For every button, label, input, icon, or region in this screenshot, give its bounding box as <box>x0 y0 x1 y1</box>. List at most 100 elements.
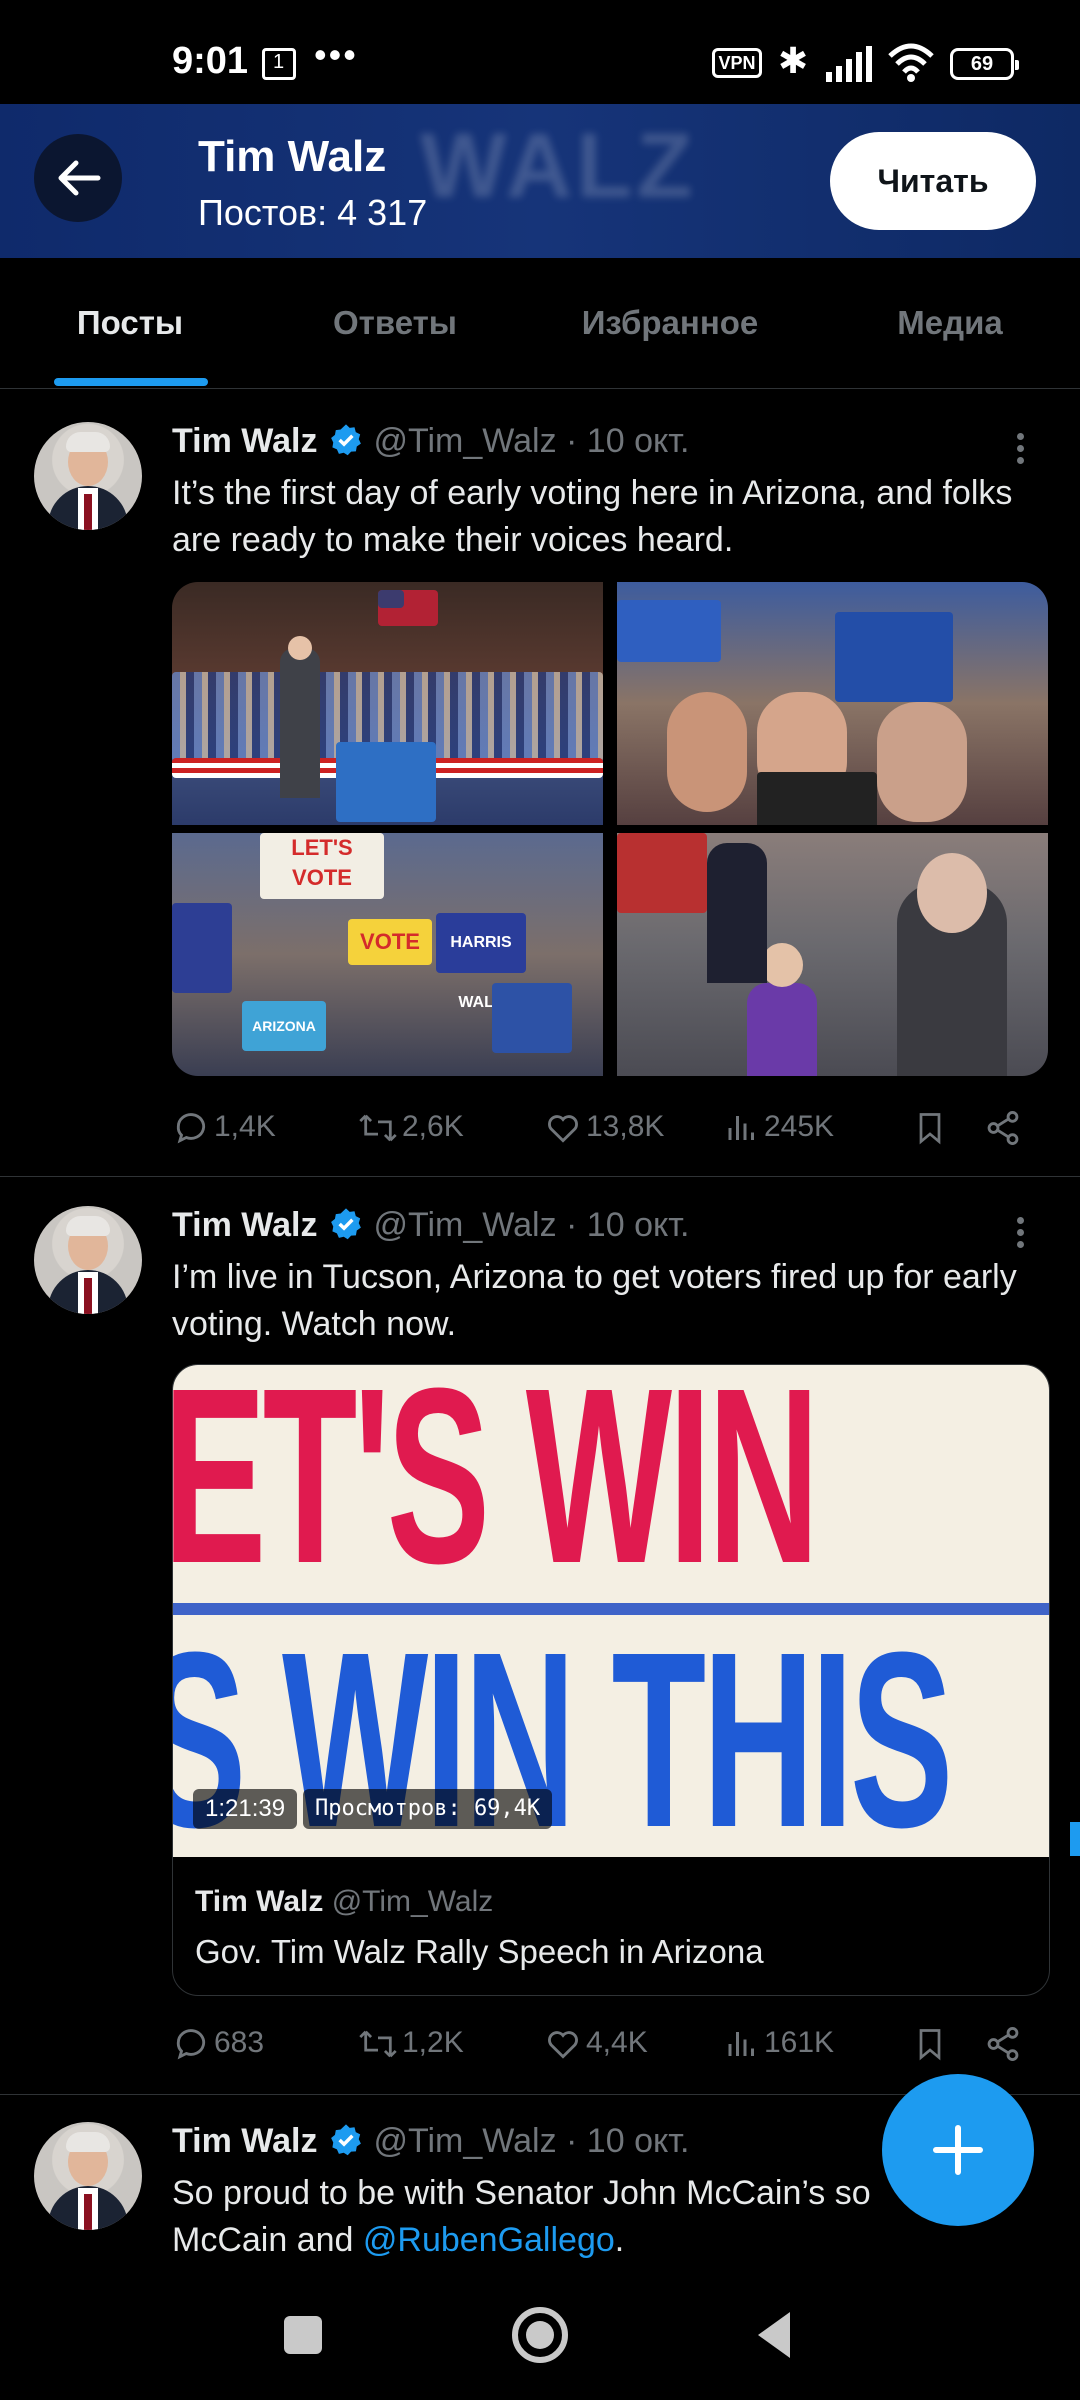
verified-badge-icon <box>331 2124 362 2156</box>
tab-replies[interactable]: Ответы <box>290 258 500 388</box>
bookmark-button[interactable] <box>912 1102 952 1152</box>
scroll-indicator[interactable] <box>1070 1822 1080 1856</box>
back-button[interactable] <box>34 134 122 222</box>
reply-button[interactable]: 1,4K <box>172 1102 276 1152</box>
sign-arizona: ARIZONA <box>242 1001 326 1051</box>
repost-button[interactable]: 2,6K <box>358 1102 464 1152</box>
author-name[interactable]: Tim Walz <box>172 2122 317 2160</box>
tab-media[interactable]: Медиа <box>850 258 1050 388</box>
like-count: 13,8K <box>586 1110 665 1143</box>
follow-button[interactable]: Читать <box>830 132 1036 230</box>
verified-badge-icon <box>331 1208 362 1240</box>
heart-icon <box>548 2031 578 2059</box>
media-grid[interactable]: LET'S VOTE VOTE HARRIS WALZ ARIZONA <box>172 582 1048 1076</box>
status-bar: 9:01 ••• VPN ✱ 69 <box>0 0 1080 104</box>
reply-button[interactable]: 683 <box>172 2018 264 2068</box>
bookmark-icon <box>919 2029 941 2061</box>
author-handle[interactable]: @Tim_Walz <box>373 422 556 460</box>
views-button[interactable]: 161K <box>724 2018 834 2068</box>
post-header: Tim Walz @Tim_Walz · 10 окт. <box>172 422 689 466</box>
author-name[interactable]: Tim Walz <box>172 422 317 460</box>
share-button[interactable] <box>984 1102 1026 1152</box>
banner-text: WALZ <box>420 115 697 217</box>
reply-icon <box>176 1113 206 1144</box>
tab-posts[interactable]: Посты <box>30 258 230 388</box>
post[interactable]: Tim Walz @Tim_Walz · 10 окт. I’m live in … <box>0 1176 1080 2095</box>
post-actions: 683 1,2K 4,4K 161K <box>172 2018 1032 2068</box>
mention-link[interactable]: @RubenGallego <box>363 2221 615 2259</box>
like-count: 4,4K <box>586 2026 648 2059</box>
share-icon <box>987 1111 1019 1146</box>
video-player[interactable]: ET'S WIN S WIN THIS 1:21:39 Просмотров: … <box>173 1365 1049 1857</box>
share-button[interactable] <box>984 2018 1026 2068</box>
media-photo[interactable]: LET'S VOTE VOTE HARRIS WALZ ARIZONA <box>172 833 603 1076</box>
author-name[interactable]: Tim Walz <box>172 1206 317 1244</box>
profile-tabs: Посты Ответы Избранное Медиа <box>0 258 1080 389</box>
sign-lets-vote: LET'S VOTE <box>260 833 384 899</box>
card-title[interactable]: Gov. Tim Walz Rally Speech in Arizona <box>195 1933 764 1971</box>
avatar[interactable] <box>34 1206 142 1314</box>
post-date: · 10 окт. <box>566 422 690 460</box>
video-duration: 1:21:39 <box>193 1789 298 1829</box>
more-notifications-icon: ••• <box>314 34 358 75</box>
like-button[interactable]: 4,4K <box>544 2018 648 2068</box>
views-button[interactable]: 245K <box>724 1102 834 1152</box>
back-nav-icon[interactable] <box>750 2300 800 2370</box>
profile-header: WALZ Tim Walz Постов: 4 317 Читать <box>0 104 1080 258</box>
profile-name: Tim Walz <box>198 132 387 181</box>
post-actions: 1,4K 2,6K 13,8K 245K <box>172 1102 1032 1152</box>
reply-icon <box>176 2029 206 2060</box>
post-text-line2: McCain and @RubenGallego. <box>172 2221 625 2259</box>
heart-icon <box>548 1115 578 1143</box>
status-time: 9:01 <box>172 40 249 82</box>
bookmark-button[interactable] <box>912 2018 952 2068</box>
plus-icon <box>933 2125 983 2175</box>
tab-likes[interactable]: Избранное <box>560 258 780 388</box>
post-date: · 10 окт. <box>566 2122 690 2160</box>
media-photo[interactable] <box>617 582 1048 825</box>
video-frame-line1: ET'S WIN <box>173 1365 820 1615</box>
post-count: Постов: 4 317 <box>198 192 428 233</box>
post-date: · 10 окт. <box>566 1206 690 1244</box>
signal-icon <box>826 46 872 82</box>
recent-apps-icon[interactable] <box>280 2300 330 2370</box>
repost-button[interactable]: 1,2K <box>358 2018 464 2068</box>
avatar[interactable] <box>34 2122 142 2230</box>
post[interactable]: Tim Walz @Tim_Walz · 10 окт. It’s the fir… <box>0 390 1080 1177</box>
video-views: Просмотров: 69,4K <box>303 1789 553 1829</box>
author-handle[interactable]: @Tim_Walz <box>373 1206 556 1244</box>
media-photo[interactable] <box>172 582 603 825</box>
card-author: Tim Walz @Tim_Walz <box>195 1885 493 1919</box>
arrow-left-icon <box>58 160 101 196</box>
more-options-icon[interactable] <box>1010 1212 1030 1256</box>
sign-harris-walz: HARRIS WALZ <box>436 913 526 1011</box>
repost-count: 2,6K <box>402 1110 464 1143</box>
verified-badge-icon <box>331 424 362 456</box>
repost-count: 1,2K <box>402 2026 464 2059</box>
post-header: Tim Walz @Tim_Walz · 10 окт. <box>172 2122 689 2166</box>
media-photo[interactable] <box>617 833 1048 1076</box>
views-count: 161K <box>764 2026 835 2059</box>
avatar[interactable] <box>34 422 142 530</box>
post-text: I’m live in Tucson, Arizona to get voter… <box>172 1258 1017 1343</box>
reply-count: 1,4K <box>214 1110 276 1143</box>
card-author-name: Tim Walz <box>195 1885 324 1918</box>
author-handle[interactable]: @Tim_Walz <box>373 2122 556 2160</box>
system-nav-bar <box>0 2270 1080 2400</box>
bluetooth-icon: ✱ <box>778 40 809 81</box>
tab-indicator <box>54 378 208 386</box>
video-card[interactable]: ET'S WIN S WIN THIS 1:21:39 Просмотров: … <box>172 1364 1050 1996</box>
views-chart-icon <box>728 1116 754 1141</box>
repost-icon <box>359 2030 397 2058</box>
like-button[interactable]: 13,8K <box>544 1102 664 1152</box>
wifi-icon <box>888 43 934 82</box>
compose-post-button[interactable] <box>882 2074 1034 2226</box>
sign-vote: VOTE <box>348 919 432 965</box>
home-icon[interactable] <box>508 2300 572 2370</box>
post-header: Tim Walz @Tim_Walz · 10 окт. <box>172 1206 689 1250</box>
reply-count: 683 <box>214 2026 265 2059</box>
more-options-icon[interactable] <box>1010 428 1030 472</box>
repost-icon <box>359 1114 397 1142</box>
share-icon <box>987 2027 1019 2062</box>
card-author-handle: @Tim_Walz <box>331 1885 494 1918</box>
